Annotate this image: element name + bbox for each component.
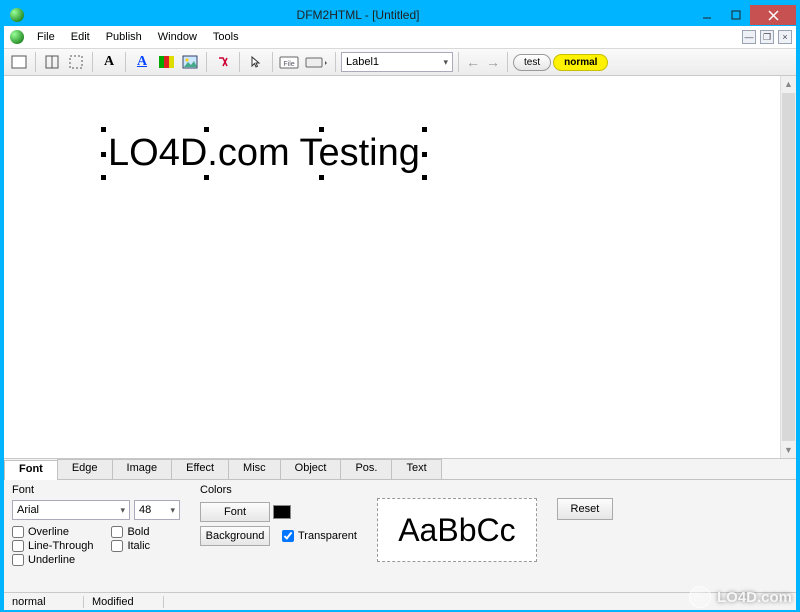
resize-handle-sw[interactable]: [101, 175, 106, 180]
tab-image[interactable]: Image: [112, 459, 173, 479]
tool-symbol-icon[interactable]: [212, 51, 234, 73]
menu-window[interactable]: Window: [151, 28, 204, 46]
tab-pos[interactable]: Pos.: [340, 459, 392, 479]
resize-handle-s2[interactable]: [319, 175, 324, 180]
tool-page-icon[interactable]: [8, 51, 30, 73]
statusbar: normal Modified: [4, 592, 796, 610]
properties-panel: Font Edge Image Effect Misc Object Pos. …: [4, 458, 796, 592]
resize-handle-s1[interactable]: [204, 175, 209, 180]
tool-text-icon[interactable]: A: [98, 51, 120, 73]
chk-linethrough[interactable]: Line-Through: [12, 540, 93, 552]
resize-handle-nw[interactable]: [101, 127, 106, 132]
nav-forward-button[interactable]: →: [484, 51, 502, 73]
close-button[interactable]: [750, 5, 796, 25]
tab-misc[interactable]: Misc: [228, 459, 281, 479]
chk-bold[interactable]: Bold: [111, 526, 150, 538]
bg-color-button[interactable]: Background: [200, 526, 270, 546]
chk-italic[interactable]: Italic: [111, 540, 150, 552]
colors-group-label: Colors: [200, 484, 357, 496]
resize-handle-n1[interactable]: [204, 127, 209, 132]
doc-icon: [10, 30, 24, 44]
menu-publish[interactable]: Publish: [99, 28, 149, 46]
menubar: File Edit Publish Window Tools — ❐ ×: [4, 26, 796, 48]
chk-underline[interactable]: Underline: [12, 554, 93, 566]
maximize-button[interactable]: [721, 5, 750, 25]
tool-select-icon[interactable]: [245, 51, 267, 73]
nav-back-button[interactable]: ←: [464, 51, 482, 73]
scrollbar-vertical[interactable]: ▲ ▼: [780, 76, 796, 458]
resize-handle-n2[interactable]: [319, 127, 324, 132]
selected-label[interactable]: LO4D.com Testing: [104, 130, 424, 177]
toolbar: A A File Label1 ▾ ← → test: [4, 48, 796, 76]
tool-marquee-icon[interactable]: [65, 51, 87, 73]
chk-transparent[interactable]: Transparent: [282, 530, 357, 542]
scroll-up-icon[interactable]: ▲: [781, 76, 796, 92]
tool-image-icon[interactable]: [179, 51, 201, 73]
chevron-down-icon: ▾: [120, 505, 125, 516]
mdi-close-button[interactable]: ×: [778, 30, 792, 44]
menu-edit[interactable]: Edit: [64, 28, 97, 46]
font-color-swatch[interactable]: [273, 505, 291, 519]
tool-keyboard-icon[interactable]: [302, 51, 330, 73]
tool-file-icon[interactable]: File: [278, 51, 300, 73]
chk-overline[interactable]: Overline: [12, 526, 93, 538]
tool-colors-icon[interactable]: [155, 51, 177, 73]
tab-object[interactable]: Object: [280, 459, 342, 479]
font-color-button[interactable]: Font: [200, 502, 270, 522]
mdi-minimize-button[interactable]: —: [742, 30, 756, 44]
scroll-down-icon[interactable]: ▼: [781, 442, 796, 458]
chevron-down-icon: ▾: [170, 505, 175, 516]
titlebar: DFM2HTML - [Untitled]: [4, 4, 796, 26]
font-size-combo[interactable]: 48 ▾: [134, 500, 180, 520]
resize-handle-e[interactable]: [422, 152, 427, 157]
state-test-button[interactable]: test: [513, 54, 551, 71]
font-size-value: 48: [139, 504, 151, 516]
mdi-restore-button[interactable]: ❐: [760, 30, 774, 44]
tool-link-icon[interactable]: A: [131, 51, 153, 73]
scroll-thumb-v[interactable]: [782, 93, 795, 441]
reset-button[interactable]: Reset: [557, 498, 613, 520]
state-normal-button[interactable]: normal: [553, 54, 608, 71]
selected-label-text: LO4D.com Testing: [108, 132, 420, 174]
font-family-combo[interactable]: Arial ▾: [12, 500, 130, 520]
tab-effect[interactable]: Effect: [171, 459, 229, 479]
font-group-label: Font: [12, 484, 180, 496]
font-family-value: Arial: [17, 504, 39, 516]
tab-text[interactable]: Text: [391, 459, 441, 479]
resize-handle-se[interactable]: [422, 175, 427, 180]
menu-tools[interactable]: Tools: [206, 28, 246, 46]
font-preview: AaBbCc: [377, 498, 537, 562]
status-mode: normal: [4, 596, 84, 608]
menu-file[interactable]: File: [30, 28, 62, 46]
svg-text:File: File: [283, 61, 294, 68]
minimize-button[interactable]: [692, 5, 721, 25]
label-selector-combo[interactable]: Label1 ▾: [341, 52, 453, 72]
canvas[interactable]: LO4D.com Testing ▲ ▼: [4, 76, 796, 458]
properties-tabs: Font Edge Image Effect Misc Object Pos. …: [4, 459, 796, 479]
chevron-down-icon: ▾: [443, 57, 448, 68]
app-icon: [10, 8, 24, 22]
tool-panel-icon[interactable]: [41, 51, 63, 73]
resize-handle-ne[interactable]: [422, 127, 427, 132]
label-selector-value: Label1: [346, 56, 379, 68]
resize-handle-w[interactable]: [101, 152, 106, 157]
window-title: DFM2HTML - [Untitled]: [24, 8, 692, 22]
tab-edge[interactable]: Edge: [57, 459, 113, 479]
status-modified: Modified: [84, 596, 164, 608]
tab-font[interactable]: Font: [4, 460, 58, 480]
